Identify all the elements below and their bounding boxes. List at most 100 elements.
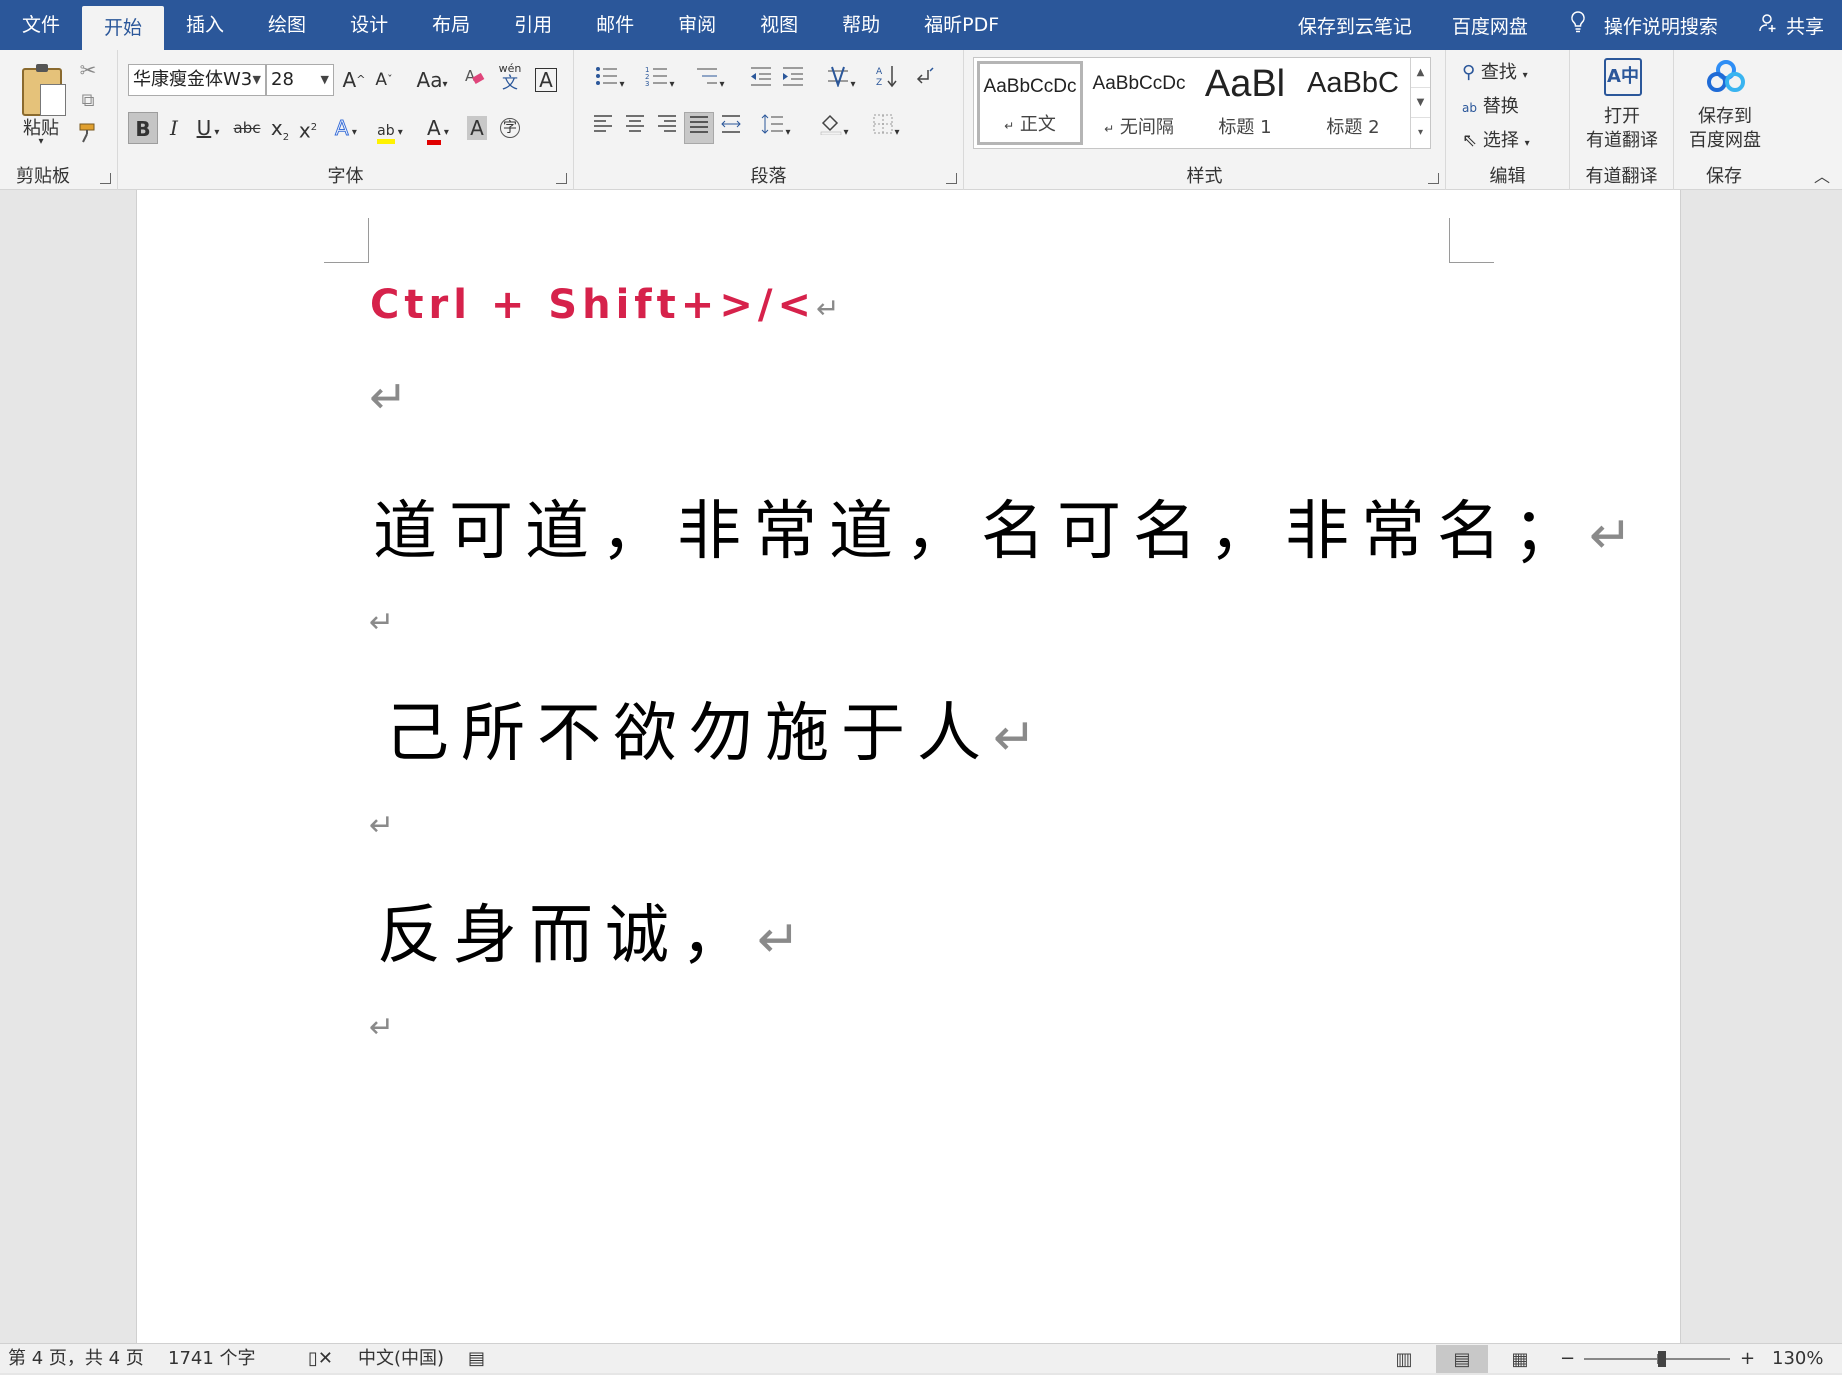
- chevron-down-icon[interactable]: ▼: [1411, 88, 1430, 118]
- strikethrough-button[interactable]: abc: [230, 112, 264, 144]
- paragraph-launcher-icon[interactable]: [946, 173, 957, 184]
- tab-references[interactable]: 引用: [492, 0, 574, 50]
- doc-line-8[interactable]: ↵: [369, 1010, 394, 1045]
- tab-file[interactable]: 文件: [0, 0, 82, 50]
- save-to-cloud-note-tab[interactable]: 保存到云笔记: [1278, 12, 1432, 39]
- doc-line-7[interactable]: 反身而诚，↵: [377, 884, 801, 976]
- clipboard-launcher-icon[interactable]: [100, 173, 111, 184]
- tab-design[interactable]: 设计: [328, 0, 410, 50]
- underline-button[interactable]: U ▾: [190, 112, 226, 144]
- print-layout-button[interactable]: ▤: [1436, 1345, 1488, 1373]
- text-effects-button[interactable]: A ▾: [328, 112, 364, 144]
- open-youdao-button[interactable]: A中 打开 有道翻译: [1576, 58, 1668, 158]
- align-right-button[interactable]: [652, 112, 682, 144]
- style-heading-2[interactable]: AaBbC 标题 2: [1300, 61, 1406, 145]
- zoom-in-button[interactable]: +: [1740, 1344, 1755, 1374]
- tab-mailings[interactable]: 邮件: [574, 0, 656, 50]
- replace-icon: ab: [1462, 101, 1477, 115]
- paragraph-mark: ↵: [369, 1010, 395, 1045]
- document-page[interactable]: Ctrl + Shift+>/<↵ ↵ 道可道，非常道，名可名，非常名；↵ ↵ …: [136, 190, 1681, 1343]
- tab-layout[interactable]: 布局: [410, 0, 492, 50]
- tab-home[interactable]: 开始: [82, 6, 165, 50]
- font-group-label: 字体: [327, 166, 364, 187]
- find-button[interactable]: ⚲ 查找 ▾: [1462, 58, 1566, 84]
- baidu-disk-tab[interactable]: 百度网盘: [1432, 12, 1548, 39]
- subscript-button[interactable]: x2: [268, 112, 292, 144]
- shading-button[interactable]: ▾: [812, 112, 856, 144]
- doc-line-5[interactable]: 己所不欲勿施于人↵: [385, 682, 1037, 774]
- tab-view[interactable]: 视图: [738, 0, 820, 50]
- chevron-up-icon[interactable]: ▲: [1411, 58, 1430, 88]
- enclose-characters-button[interactable]: 字: [496, 112, 524, 144]
- replace-button[interactable]: ab 替换: [1462, 92, 1566, 118]
- zoom-slider-thumb[interactable]: [1658, 1351, 1667, 1367]
- read-mode-button[interactable]: ▥: [1378, 1345, 1430, 1373]
- character-shading-button[interactable]: A: [464, 112, 490, 144]
- justify-button[interactable]: [684, 112, 714, 144]
- doc-line-2[interactable]: ↵: [369, 370, 408, 424]
- collapse-ribbon-icon[interactable]: ︿: [1814, 163, 1830, 187]
- word-count[interactable]: 1741 个字: [168, 1344, 256, 1374]
- chinese-layout-button[interactable]: ▾: [820, 64, 862, 96]
- change-case-button[interactable]: Aa▾: [410, 64, 454, 96]
- tell-me-search[interactable]: 操作说明搜索: [1548, 11, 1738, 39]
- style-heading-1[interactable]: AaBl 标题 1: [1192, 61, 1298, 145]
- doc-line-3[interactable]: 道可道，非常道，名可名，非常名；↵: [373, 480, 1633, 572]
- phonetic-guide-button[interactable]: wén 文: [496, 58, 524, 91]
- font-launcher-icon[interactable]: [556, 173, 567, 184]
- tab-review[interactable]: 审阅: [656, 0, 738, 50]
- grow-font-button[interactable]: A^: [340, 64, 368, 96]
- doc-line-6[interactable]: ↵: [369, 808, 394, 843]
- styles-launcher-icon[interactable]: [1428, 173, 1439, 184]
- numbering-button[interactable]: 1 2 3 ▾: [638, 64, 682, 96]
- highlight-button[interactable]: ab ▾: [368, 112, 412, 144]
- macro-icon[interactable]: ▤: [468, 1344, 485, 1374]
- tab-insert[interactable]: 插入: [164, 0, 246, 50]
- italic-button[interactable]: I: [162, 112, 186, 144]
- sort-icon: AZ: [876, 66, 897, 88]
- bullets-button[interactable]: ▾: [588, 64, 632, 96]
- doc-line-1[interactable]: Ctrl + Shift+>/<↵: [370, 282, 839, 328]
- superscript-button[interactable]: x2: [296, 112, 320, 144]
- cut-icon[interactable]: ✂: [76, 58, 100, 82]
- shrink-font-icon: A: [375, 70, 388, 90]
- align-center-button[interactable]: [620, 112, 650, 144]
- tab-draw[interactable]: 绘图: [246, 0, 328, 50]
- page-count[interactable]: 第 4 页，共 4 页: [8, 1344, 144, 1374]
- select-button[interactable]: ⇖ 选择 ▾: [1462, 126, 1566, 152]
- distributed-button[interactable]: [716, 112, 746, 144]
- translate-icon: A中: [1604, 58, 1642, 96]
- tab-foxit-pdf[interactable]: 福昕PDF: [902, 0, 1021, 50]
- language-status[interactable]: 中文(中国): [358, 1344, 444, 1374]
- style-normal[interactable]: AaBbCcDc ↵ 正文: [977, 61, 1083, 145]
- decrease-indent-button[interactable]: [746, 64, 776, 96]
- format-painter-icon[interactable]: [76, 122, 100, 149]
- multilevel-list-button[interactable]: ▾: [688, 64, 732, 96]
- zoom-out-button[interactable]: −: [1560, 1344, 1575, 1374]
- zoom-level[interactable]: 130%: [1772, 1344, 1823, 1374]
- sort-button[interactable]: AZ: [872, 64, 902, 96]
- increase-indent-button[interactable]: [778, 64, 808, 96]
- shrink-font-button[interactable]: Aˇ: [370, 64, 398, 96]
- clear-formatting-button[interactable]: A: [462, 64, 488, 96]
- font-name-combo[interactable]: 华康瘦金体W3 ▼: [128, 64, 266, 96]
- web-layout-button[interactable]: ▦: [1494, 1345, 1546, 1373]
- borders-button[interactable]: ▾: [864, 112, 908, 144]
- show-marks-button[interactable]: [910, 64, 940, 96]
- copy-icon[interactable]: ⧉: [76, 90, 100, 111]
- gallery-scrollbar[interactable]: ▲ ▼ ▾: [1410, 58, 1430, 148]
- doc-line-4[interactable]: ↵: [369, 605, 394, 640]
- save-to-baidu-button[interactable]: 保存到 百度网盘: [1678, 58, 1772, 158]
- proofing-icon[interactable]: ▯✕: [308, 1344, 333, 1374]
- character-border-button[interactable]: A: [532, 64, 560, 96]
- align-left-button[interactable]: [588, 112, 618, 144]
- font-size-combo[interactable]: 28 ▼: [266, 64, 334, 96]
- bold-button[interactable]: B: [128, 112, 158, 144]
- paste-button[interactable]: 粘贴 ▾: [10, 56, 80, 151]
- font-color-button[interactable]: A ▾: [416, 112, 460, 145]
- line-spacing-button[interactable]: ▾: [754, 112, 798, 144]
- share-button[interactable]: 共享: [1738, 12, 1842, 39]
- gallery-more-icon[interactable]: ▾: [1411, 118, 1430, 148]
- style-no-spacing[interactable]: AaBbCcDc ↵ 无间隔: [1086, 61, 1192, 145]
- tab-help[interactable]: 帮助: [820, 0, 902, 50]
